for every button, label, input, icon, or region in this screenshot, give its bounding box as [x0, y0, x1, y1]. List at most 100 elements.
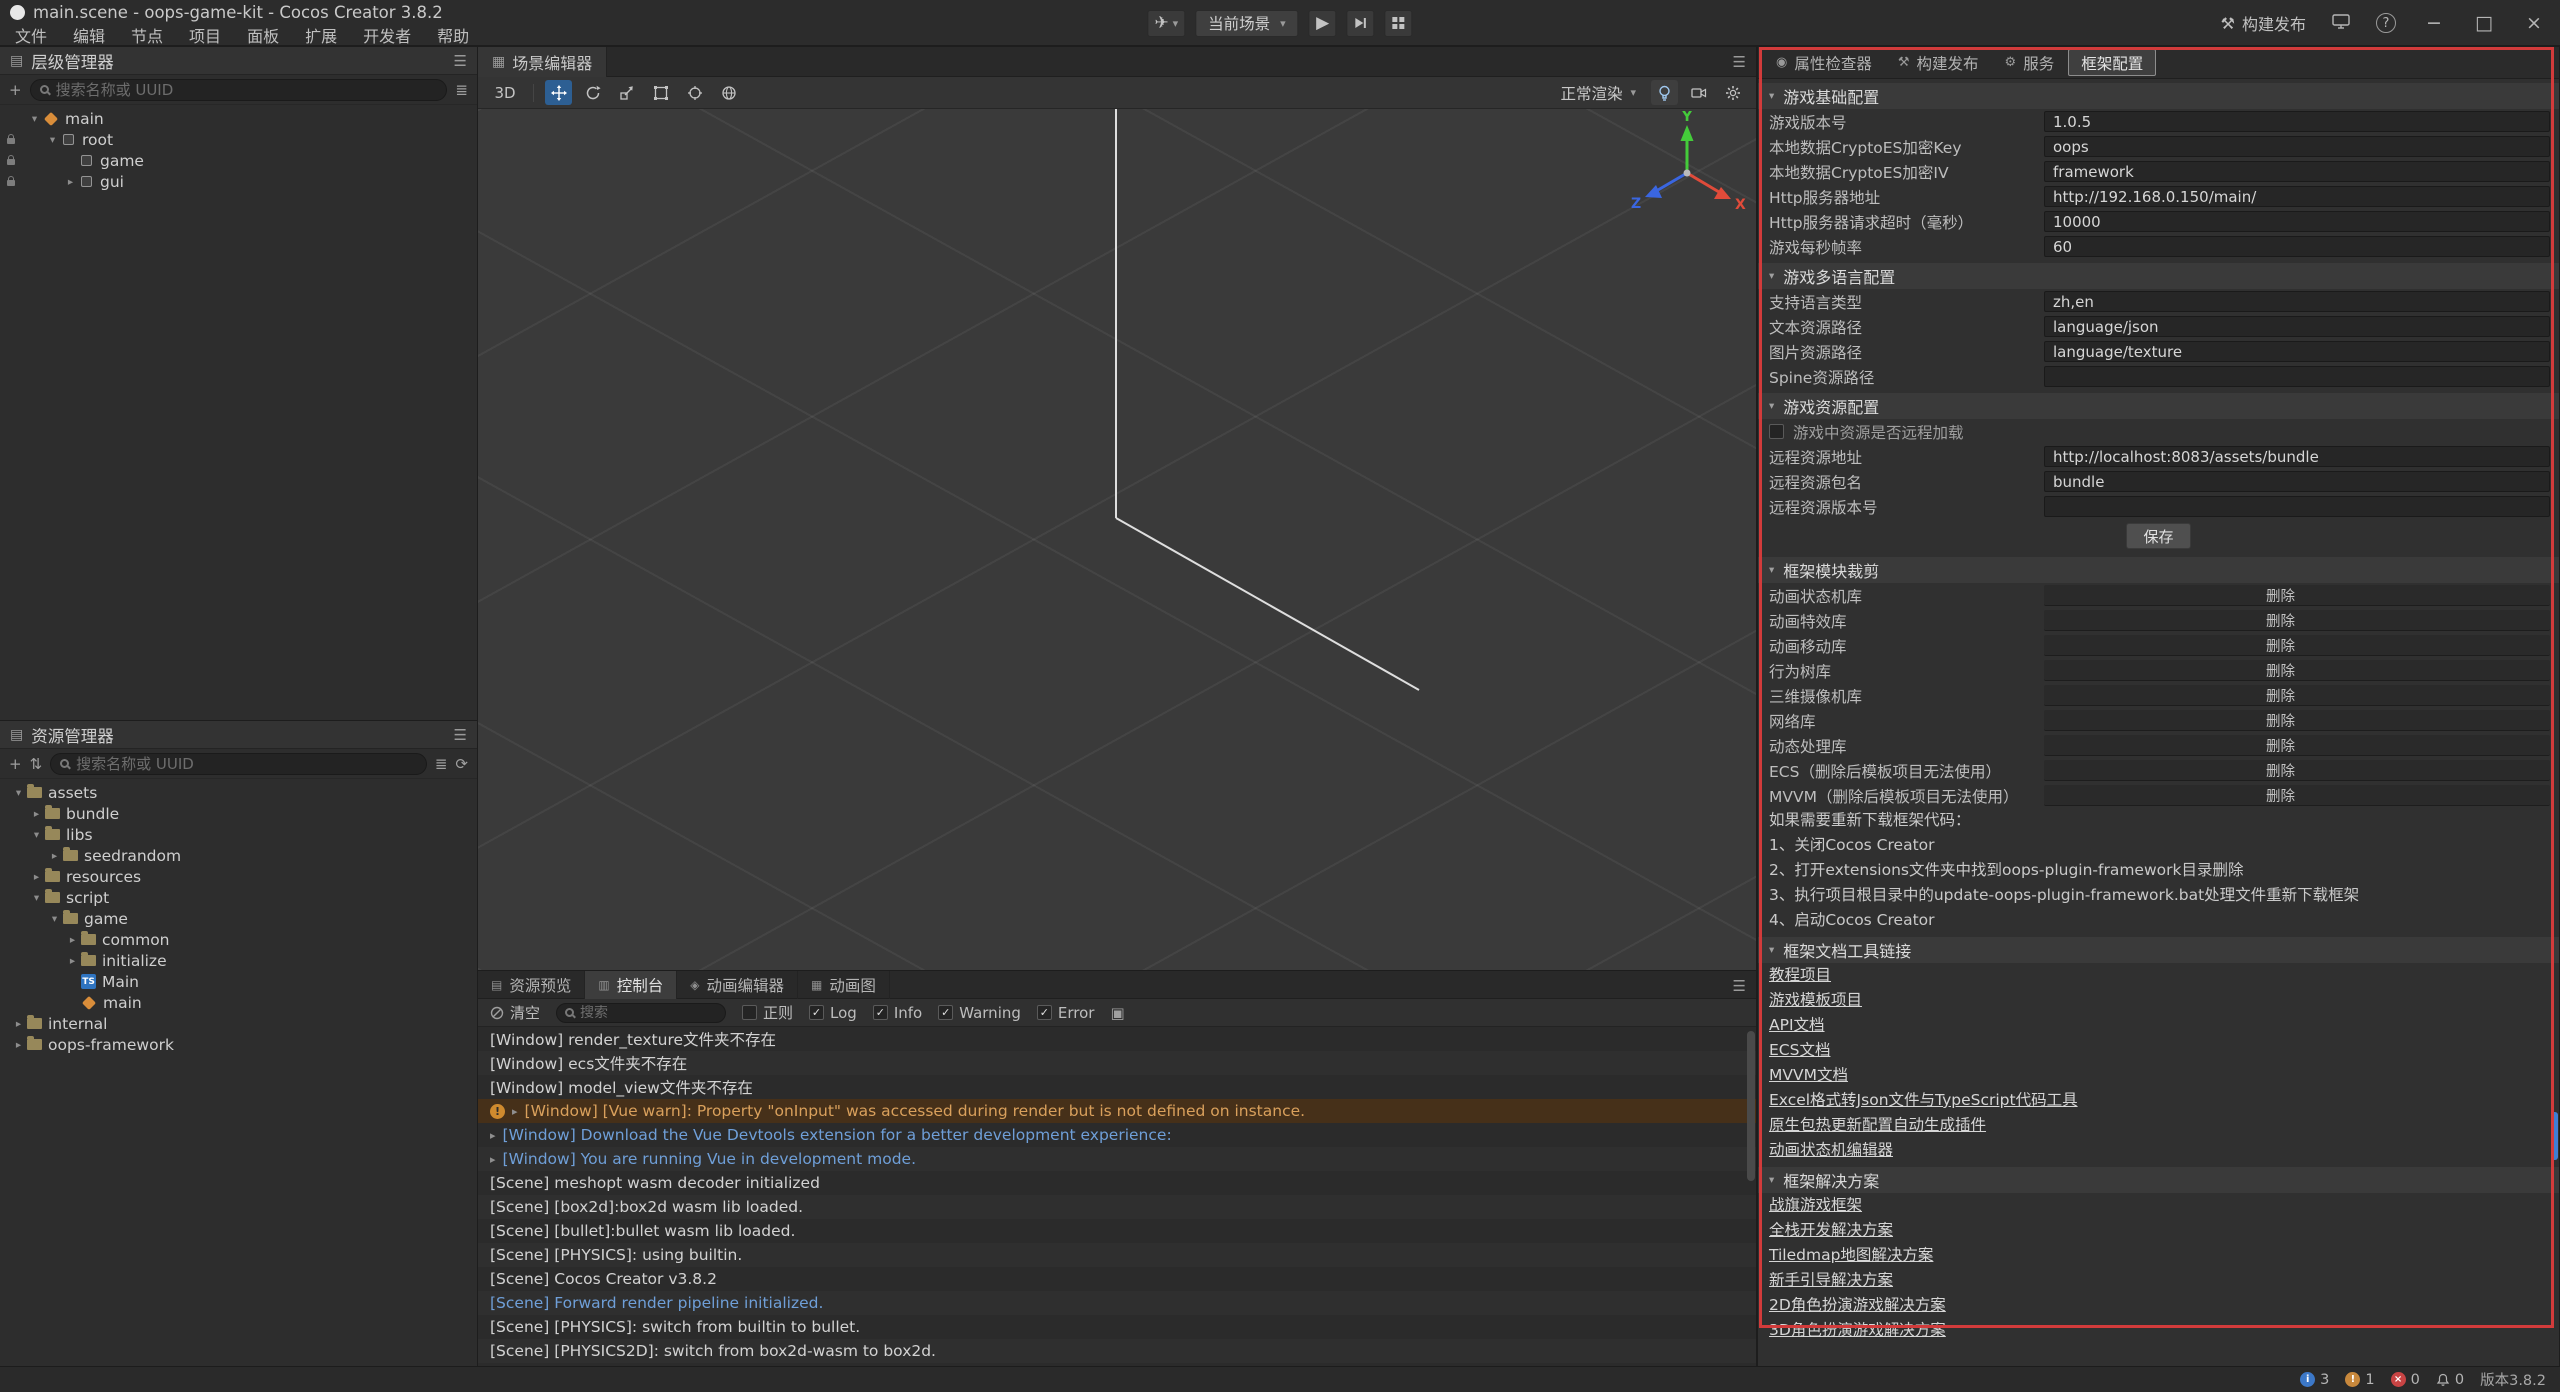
asset-node[interactable]: ▸seedrandom	[0, 845, 477, 866]
doc-link[interactable]: 游戏模板项目	[1758, 988, 2559, 1013]
log-row[interactable]: [Window] model_view文件夹不存在	[478, 1075, 1756, 1099]
chevron-down-icon[interactable]: ▾	[26, 113, 43, 125]
filter-info-checkbox[interactable]	[873, 1005, 888, 1020]
log-row[interactable]: [Scene] [PHYSICS2D]: switch from box2d-w…	[478, 1339, 1756, 1363]
menu-item[interactable]: 帮助	[424, 23, 482, 47]
menu-item[interactable]: 文件	[2, 23, 60, 47]
doc-link[interactable]: 2D角色扮演游戏解决方案	[1758, 1293, 2559, 1318]
asset-node[interactable]: ▸resources	[0, 866, 477, 887]
scene-editor-tab[interactable]: ▦ 场景编辑器	[478, 47, 607, 77]
help-button[interactable]: ?	[2376, 13, 2396, 33]
panel-menu-icon[interactable]: ☰	[1733, 977, 1746, 995]
filter-error-checkbox[interactable]	[1037, 1005, 1052, 1020]
filter-log-checkbox[interactable]	[809, 1005, 824, 1020]
field-input[interactable]	[2044, 186, 2550, 207]
console-tab[interactable]: ▥控制台	[585, 971, 677, 999]
field-input[interactable]	[2044, 341, 2550, 362]
log-row[interactable]: ▸[Window] You are running Vue in develop…	[478, 1147, 1756, 1171]
doc-link[interactable]: Excel格式转Json文件与TypeScript代码工具	[1758, 1088, 2559, 1113]
hierarchy-node[interactable]: ▾main	[0, 108, 477, 129]
mode-3d-toggle[interactable]: 3D	[488, 80, 522, 105]
field-input[interactable]	[2044, 316, 2550, 337]
delete-button[interactable]: 删除	[2256, 760, 2305, 781]
layout-button[interactable]	[1385, 10, 1413, 37]
section-header[interactable]: ▾游戏资源配置	[1758, 393, 2559, 419]
delete-button[interactable]: 删除	[2256, 710, 2305, 731]
log-row[interactable]: !▸[Window] [Vue warn]: Property "onInput…	[478, 1099, 1756, 1123]
delete-button[interactable]: 删除	[2256, 660, 2305, 681]
log-row[interactable]: [Scene] [PHYSICS]: using builtin.	[478, 1243, 1756, 1267]
step-button[interactable]	[1347, 10, 1375, 37]
asset-node[interactable]: ▾libs	[0, 824, 477, 845]
doc-link[interactable]: ECS文档	[1758, 1038, 2559, 1063]
panel-menu-icon[interactable]: ☰	[454, 52, 467, 70]
section-header[interactable]: ▾框架模块裁剪	[1758, 557, 2559, 583]
field-input[interactable]	[2044, 161, 2550, 182]
pivot-tool-button[interactable]	[681, 80, 708, 105]
doc-link[interactable]: Tiledmap地图解决方案	[1758, 1243, 2559, 1268]
doc-link[interactable]: 动画状态机编辑器	[1758, 1138, 2559, 1163]
regex-filter-checkbox[interactable]	[742, 1005, 757, 1020]
section-header[interactable]: ▾游戏基础配置	[1758, 83, 2559, 109]
doc-link[interactable]: 教程项目	[1758, 963, 2559, 988]
filter-error[interactable]: Error	[1037, 1004, 1095, 1022]
console-tab[interactable]: ▤资源预览	[478, 971, 585, 999]
inspector-tab[interactable]: 框架配置	[2068, 49, 2156, 76]
field-input[interactable]	[2044, 446, 2550, 467]
filter-log[interactable]: Log	[809, 1004, 857, 1022]
doc-link[interactable]: 3D角色扮演游戏解决方案	[1758, 1318, 2559, 1343]
notification-badge[interactable]: 0	[2436, 1372, 2464, 1388]
section-header[interactable]: ▾游戏多语言配置	[1758, 263, 2559, 289]
filter-icon[interactable]: ≣	[435, 755, 448, 773]
assets-search-input[interactable]	[76, 755, 417, 773]
asset-node[interactable]: ▾game	[0, 908, 477, 929]
regex-filter[interactable]: 正则	[742, 1002, 793, 1023]
delete-button[interactable]: 删除	[2256, 610, 2305, 631]
hierarchy-node[interactable]: ▸gui	[0, 171, 477, 192]
asset-node[interactable]: ▸internal	[0, 1013, 477, 1034]
create-asset-button[interactable]: +	[9, 755, 22, 773]
error-count-badge[interactable]: × 0	[2391, 1372, 2420, 1388]
doc-link[interactable]: 全栈开发解决方案	[1758, 1218, 2559, 1243]
chevron-down-icon[interactable]: ▾	[28, 892, 45, 904]
asset-node[interactable]: ▸initialize	[0, 950, 477, 971]
asset-node[interactable]: ▸bundle	[0, 803, 477, 824]
inspector-tab[interactable]: ⚙服务	[1993, 47, 2067, 79]
scene-viewport[interactable]: Y X Z	[478, 109, 1756, 970]
save-button[interactable]: 保存	[2126, 523, 2190, 549]
field-input[interactable]	[2044, 496, 2550, 517]
asset-node[interactable]: ▸common	[0, 929, 477, 950]
log-row[interactable]: [Window] render_texture文件夹不存在	[478, 1027, 1756, 1051]
log-count-badge[interactable]: i 3	[2300, 1372, 2329, 1388]
warning-count-badge[interactable]: ! 1	[2345, 1372, 2374, 1388]
panel-menu-icon[interactable]: ☰	[1733, 53, 1746, 71]
chevron-right-icon[interactable]: ▸	[64, 934, 81, 946]
expand-icon[interactable]: ▸	[512, 1105, 518, 1118]
panel-menu-icon[interactable]: ☰	[454, 726, 467, 744]
section-header[interactable]: ▾框架文档工具链接	[1758, 937, 2559, 963]
menu-item[interactable]: 扩展	[292, 23, 350, 47]
chevron-right-icon[interactable]: ▸	[62, 176, 79, 188]
doc-link[interactable]: 原生包热更新配置自动生成插件	[1758, 1113, 2559, 1138]
field-input[interactable]	[2044, 236, 2550, 257]
rect-tool-button[interactable]	[647, 80, 674, 105]
asset-node[interactable]: ▸oops-framework	[0, 1034, 477, 1055]
scene-camera-button[interactable]	[1685, 80, 1712, 105]
console-tab[interactable]: ▦动画图	[798, 971, 890, 999]
expand-icon[interactable]: ▸	[490, 1129, 496, 1142]
build-publish-button[interactable]: ⚒ 构建发布	[2221, 11, 2306, 35]
console-scrollbar[interactable]	[1747, 1031, 1755, 1181]
delete-button[interactable]: 删除	[2256, 685, 2305, 706]
asset-node[interactable]: TSMain	[0, 971, 477, 992]
filter-warning-checkbox[interactable]	[938, 1005, 953, 1020]
menu-item[interactable]: 节点	[118, 23, 176, 47]
hierarchy-node[interactable]: game	[0, 150, 477, 171]
chevron-right-icon[interactable]: ▸	[10, 1039, 27, 1051]
menu-item[interactable]: 项目	[176, 23, 234, 47]
close-button[interactable]: ×	[2522, 12, 2546, 34]
filter-info[interactable]: Info	[873, 1004, 922, 1022]
chevron-right-icon[interactable]: ▸	[46, 850, 63, 862]
play-button[interactable]: ▶	[1309, 10, 1337, 37]
lock-icon[interactable]	[7, 138, 15, 144]
rotate-tool-button[interactable]	[579, 80, 606, 105]
